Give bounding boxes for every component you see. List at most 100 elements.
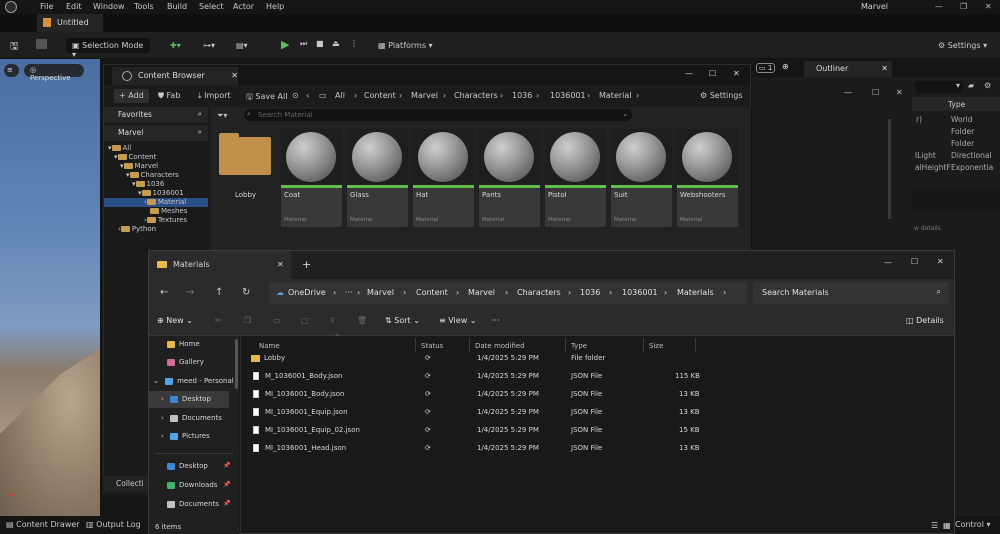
close-icon[interactable]: ✕: [896, 88, 903, 97]
breadcrumb-1036001[interactable]: 1036001: [550, 91, 586, 100]
close-icon[interactable]: ✕: [937, 257, 944, 266]
marvel-root-header[interactable]: Marvel ⌕: [104, 125, 208, 141]
pane-divider[interactable]: [240, 336, 241, 534]
breadcrumb-characters[interactable]: Characters: [454, 91, 498, 100]
address-content[interactable]: Content: [416, 288, 448, 297]
file-row[interactable]: MI_1036001_Equip_02.json ⟳ 1/4/2025 5:29…: [245, 422, 805, 439]
explorer-tab[interactable]: Materials ✕: [149, 251, 291, 279]
address-bar[interactable]: ☁ OneDrive › ··· › Marvel › Content › Ma…: [269, 282, 747, 304]
file-row[interactable]: M_1036001_Body.json ⟳ 1/4/2025 5:29 PM J…: [245, 368, 805, 385]
maximize-icon[interactable]: ☐: [872, 88, 879, 97]
tree-item-textures[interactable]: › Textures: [144, 216, 187, 225]
nav-item-onedrive[interactable]: ⌄ meed - Personal: [149, 373, 239, 390]
size-column-header[interactable]: Size: [649, 342, 663, 350]
overflow-icon[interactable]: ···: [345, 288, 353, 297]
file-row[interactable]: MI_1036001_Body.json ⟳ 1/4/2025 5:29 PM …: [245, 386, 805, 403]
menu-edit[interactable]: Edit: [66, 2, 82, 11]
asset-card[interactable]: Pants Material: [479, 129, 540, 227]
content-browser-tab[interactable]: Content Browser ✕: [112, 67, 238, 85]
source-control-button[interactable]: Control ▾: [955, 520, 990, 529]
save-all-button[interactable]: 🖫 Save All: [246, 91, 287, 105]
content-icon[interactable]: [36, 39, 47, 49]
asset-card[interactable]: Suit Material: [611, 129, 672, 227]
add-folder-icon[interactable]: ▰: [968, 81, 974, 90]
stop-icon[interactable]: ■: [316, 39, 324, 48]
menu-build[interactable]: Build: [167, 2, 187, 11]
asset-folder-lobby[interactable]: Lobby: [215, 129, 276, 227]
address-1036[interactable]: 1036: [580, 288, 600, 297]
close-tab-icon[interactable]: ✕: [881, 64, 888, 73]
blueprint-icon[interactable]: ⊶▾: [203, 41, 215, 50]
nav-item-desktop[interactable]: Desktop 📌: [149, 458, 239, 475]
breadcrumb-marvel[interactable]: Marvel: [411, 91, 438, 100]
platforms-button[interactable]: ▦ Platforms ▾: [378, 41, 433, 50]
grid-icon[interactable]: ⊕: [782, 62, 789, 71]
maximize-icon[interactable]: ❐: [960, 2, 967, 11]
cinematics-icon[interactable]: ▤▾: [236, 41, 248, 50]
nav-item-documents[interactable]: Documents 📌: [149, 496, 239, 513]
menu-file[interactable]: File: [40, 2, 53, 11]
file-row[interactable]: Lobby ⟳ 1/4/2025 5:29 PM File folder: [245, 350, 805, 367]
outliner-row-name[interactable]: alHeightF: [915, 163, 951, 172]
forward-arrow-icon[interactable]: →: [186, 287, 194, 298]
nav-scrollbar[interactable]: [235, 339, 238, 389]
asset-card[interactable]: Hat Material: [413, 129, 474, 227]
explorer-search-input[interactable]: Search Materials ⌕: [753, 282, 949, 304]
maximize-icon[interactable]: ☐: [709, 69, 716, 78]
history-icon[interactable]: ⊙: [292, 91, 299, 100]
minimize-icon[interactable]: —: [884, 258, 892, 267]
view-button[interactable]: ≡ View ⌄: [439, 316, 476, 325]
details-view-icon[interactable]: ☰: [931, 521, 938, 530]
minimize-icon[interactable]: —: [844, 88, 852, 97]
settings-button[interactable]: ⚙ Settings ▾: [938, 41, 987, 50]
file-row[interactable]: MI_1036001_Head.json ⟳ 1/4/2025 5:29 PM …: [245, 440, 805, 457]
refresh-icon[interactable]: ↻: [242, 287, 250, 298]
menu-help[interactable]: Help: [266, 2, 284, 11]
new-button[interactable]: ⊕ New ⌄: [157, 316, 193, 325]
selection-mode-button[interactable]: ▣ Selection Mode ▾: [66, 38, 150, 59]
delete-icon[interactable]: 🗑: [357, 316, 367, 325]
address-marvel-2[interactable]: Marvel: [468, 288, 495, 297]
pin-icon[interactable]: 📌: [223, 500, 230, 507]
step-icon[interactable]: ⏭: [300, 39, 307, 49]
favorites-header[interactable]: Favorites ⌕: [104, 107, 208, 123]
type-column-header[interactable]: Type: [571, 342, 587, 350]
nav-item-gallery[interactable]: Gallery: [149, 354, 239, 371]
nav-item-pictures[interactable]: › Pictures: [149, 428, 239, 445]
type-column-header[interactable]: Type: [948, 100, 965, 109]
nav-item-documents-onedrive[interactable]: › Documents: [149, 410, 239, 427]
tree-item-characters[interactable]: ▾ Characters: [126, 171, 179, 180]
pin-icon[interactable]: 📌: [223, 481, 230, 488]
status-column-header[interactable]: Status: [421, 342, 443, 350]
menu-window[interactable]: Window: [93, 2, 125, 11]
asset-card[interactable]: Webshooters Material: [677, 129, 738, 227]
camera-icon[interactable]: ▭ 1: [756, 63, 776, 73]
filter-icon[interactable]: ⏷▾: [217, 111, 227, 121]
asset-search-input[interactable]: ⌕ Search Material ⌄: [244, 109, 632, 121]
breadcrumb-1036[interactable]: 1036: [512, 91, 532, 100]
address-1036001[interactable]: 1036001: [622, 288, 658, 297]
breadcrumb-content[interactable]: Content: [364, 91, 396, 100]
details-button[interactable]: ◫ Details: [906, 316, 944, 325]
tiles-view-icon[interactable]: ▦: [943, 521, 951, 530]
import-button[interactable]: ⤓ Import: [198, 91, 231, 101]
copy-icon[interactable]: ❐: [244, 316, 251, 325]
breadcrumb-material[interactable]: Material: [599, 91, 632, 100]
menu-actor[interactable]: Actor: [233, 2, 254, 11]
outliner-row-name[interactable]: lLight: [915, 151, 936, 160]
level-tab[interactable]: Untitled: [37, 14, 103, 32]
collections-header[interactable]: Collecti: [103, 476, 148, 492]
output-log-button[interactable]: ▥ Output Log: [86, 520, 141, 529]
share-icon[interactable]: ⇪: [329, 316, 336, 325]
tree-item-meshes[interactable]: Meshes: [150, 207, 187, 216]
fab-button[interactable]: ⛊ Fab: [158, 91, 180, 101]
tree-item-1036001[interactable]: ▾ 1036001: [138, 189, 184, 198]
close-tab-icon[interactable]: ✕: [231, 71, 238, 80]
pin-icon[interactable]: 📌: [223, 462, 230, 469]
nav-item-desktop-onedrive[interactable]: › Desktop: [149, 391, 229, 408]
rename-icon[interactable]: ▢: [301, 316, 309, 325]
up-arrow-icon[interactable]: ↑: [215, 287, 223, 298]
address-characters[interactable]: Characters: [517, 288, 561, 297]
cut-icon[interactable]: ✂: [215, 316, 222, 325]
level-viewport[interactable]: ⊾: [0, 59, 100, 519]
